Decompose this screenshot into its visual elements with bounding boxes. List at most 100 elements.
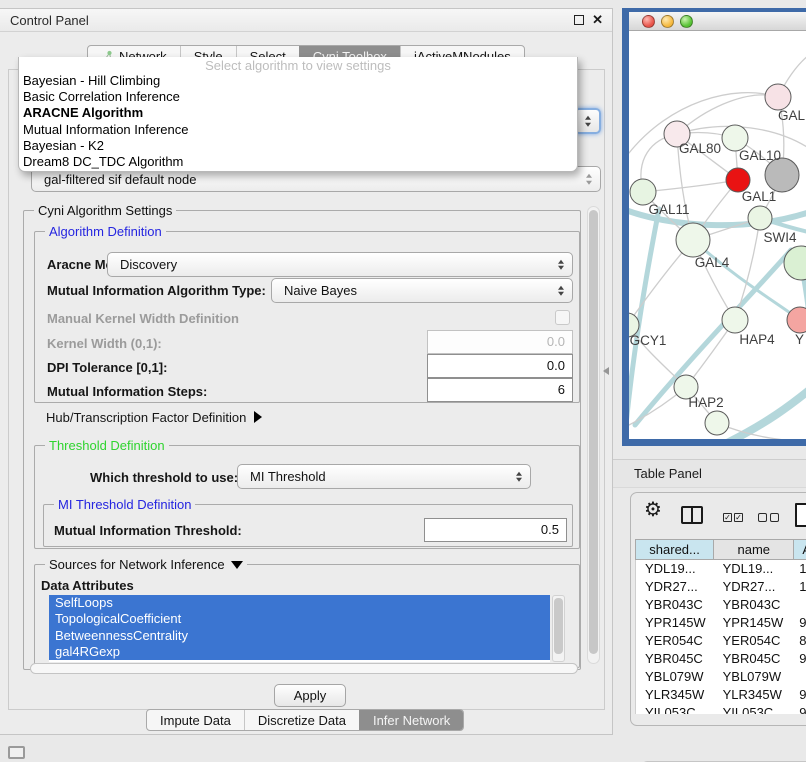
mi-threshold-field[interactable]: 0.5	[424, 518, 567, 542]
which-threshold-label: Which threshold to use:	[90, 470, 238, 485]
mi-type-value: Naive Bayes	[284, 283, 357, 298]
algorithm-option-label: Mutual Information Inference	[23, 122, 188, 137]
cell-name: YDL19...	[714, 560, 795, 578]
attributes-scrollbar[interactable]	[552, 595, 565, 662]
network-edge[interactable]	[643, 180, 738, 192]
hub-section-toggle[interactable]: Hub/Transcription Factor Definition	[46, 410, 262, 425]
tab[interactable]: Impute Data	[147, 710, 244, 730]
columns-icon[interactable]	[681, 506, 703, 524]
network-canvas[interactable]: GALGAL80GAL10GAL1GAL11GAL4SWI4GCY1HAP4YH…	[629, 31, 806, 439]
scrollbar-thumb[interactable]	[554, 598, 563, 654]
which-threshold-combo[interactable]: MI Threshold	[237, 464, 531, 489]
combo-spinner-icon	[558, 285, 564, 296]
gear-icon[interactable]: ⚙	[644, 499, 662, 521]
column-header[interactable]: A	[793, 540, 806, 559]
mi-steps-label: Mutual Information Steps:	[47, 384, 207, 399]
export-table-icon[interactable]	[795, 503, 806, 527]
cell-name: YPR145W	[714, 614, 795, 632]
control-panel-bottom-tabs: Impute Data Discretize Data Infer Networ…	[146, 709, 464, 731]
focused-spinner-button[interactable]	[574, 108, 601, 134]
mi-steps-field[interactable]: 6	[427, 378, 573, 402]
network-canvas-svg: GALGAL80GAL10GAL1GAL11GAL4SWI4GCY1HAP4YH…	[629, 31, 806, 439]
tab[interactable]: Infer Network	[359, 710, 463, 730]
zoom-traffic-light[interactable]	[680, 15, 693, 28]
cell-name: YDR27...	[714, 578, 795, 596]
tab[interactable]: Discretize Data	[244, 710, 359, 730]
algorithm-option[interactable]: Mutual Information Inference	[19, 122, 577, 138]
attribute-item[interactable]: SelfLoops	[49, 595, 550, 611]
float-icon[interactable]	[574, 15, 584, 25]
sources-group: Sources for Network Inference Data Attri…	[34, 564, 580, 668]
table-row[interactable]: YIL053C YIL053C 9	[636, 704, 806, 714]
node-label: GAL11	[648, 202, 689, 217]
table-row[interactable]: YBR043C YBR043C	[636, 596, 806, 614]
select-all-checks-icon[interactable]: ✓✓	[723, 513, 743, 522]
algorithm-definition-title: Algorithm Definition	[45, 224, 166, 239]
sources-group-title[interactable]: Sources for Network Inference	[45, 557, 247, 572]
threshold-definition-group: Threshold Definition Which threshold to …	[34, 445, 580, 549]
cell-shared-name: YDR27...	[636, 578, 714, 596]
manual-kernel-checkbox[interactable]	[555, 310, 570, 325]
cell-name: YBR045C	[714, 650, 795, 668]
network-node[interactable]	[676, 223, 710, 257]
combo-spinner-icon	[586, 174, 592, 185]
network-node[interactable]	[705, 411, 729, 435]
data-attributes-label: Data Attributes	[41, 578, 134, 593]
column-header[interactable]: name	[713, 540, 793, 559]
cell-name: YIL053C	[714, 704, 795, 714]
network-node[interactable]	[722, 307, 748, 333]
scrollbar-thumb[interactable]	[589, 210, 598, 654]
cell-value: 13	[794, 560, 806, 578]
mi-type-combo[interactable]: Naive Bayes	[271, 278, 573, 303]
table-row[interactable]: YDR27... YDR27... 12	[636, 578, 806, 596]
minimize-traffic-light[interactable]	[661, 15, 674, 28]
table-row[interactable]: YLR345W YLR345W 9.	[636, 686, 806, 704]
settings-hscrollbar[interactable]	[30, 663, 578, 674]
dpi-tolerance-field[interactable]: 0.0	[427, 354, 573, 378]
cell-shared-name: YBR045C	[636, 650, 714, 668]
column-header-label: A	[802, 542, 806, 557]
cell-value	[794, 596, 806, 614]
algorithm-option[interactable]: Dream8 DC_TDC Algorithm	[19, 154, 577, 170]
deselect-all-checks-icon[interactable]	[758, 513, 779, 522]
table-row[interactable]: YDL19... YDL19... 13	[636, 560, 806, 578]
control-panel-title: Control Panel	[10, 13, 89, 28]
network-node[interactable]	[765, 158, 799, 192]
close-traffic-light[interactable]	[642, 15, 655, 28]
column-header[interactable]: shared...	[636, 540, 713, 559]
table-window: ⚙ ✓✓ shared... name A YDL19... YDL19... …	[630, 492, 806, 726]
network-node[interactable]	[765, 84, 791, 110]
algorithm-option-label: Basic Correlation Inference	[23, 89, 180, 104]
data-attributes-list: SelfLoopsTopologicalCoefficientBetweenne…	[49, 595, 550, 662]
table-row[interactable]: YBR045C YBR045C 9.	[636, 650, 806, 668]
attribute-item[interactable]: gal4RGexp	[49, 644, 550, 660]
cell-name: YBL079W	[714, 668, 795, 686]
algorithm-option[interactable]: ARACNE Algorithm	[19, 105, 577, 121]
settings-scrollbar[interactable]	[587, 206, 600, 664]
close-icon[interactable]: ✕	[592, 12, 603, 28]
cell-shared-name: YBR043C	[636, 596, 714, 614]
network-node[interactable]	[787, 307, 806, 333]
combo-spinner-icon	[516, 471, 522, 482]
network-node[interactable]	[748, 206, 772, 230]
collapsed-panel-icon[interactable]	[8, 746, 25, 759]
combo-spinner-icon	[558, 259, 564, 270]
node-label: Y	[795, 332, 804, 347]
algorithm-option[interactable]: Basic Correlation Inference	[19, 89, 577, 105]
algorithm-option[interactable]: Bayesian - Hill Climbing	[19, 73, 577, 89]
algorithm-option[interactable]: Bayesian - K2	[19, 138, 577, 154]
apply-button[interactable]: Apply	[274, 684, 346, 707]
cell-value: 9.	[794, 650, 806, 668]
table-row[interactable]: YBL079W YBL079W	[636, 668, 806, 686]
attribute-item[interactable]: TopologicalCoefficient	[49, 611, 550, 627]
table-row[interactable]: YPR145W YPR145W 9.	[636, 614, 806, 632]
table-panel-title: Table Panel	[634, 466, 702, 481]
aracne-mode-combo[interactable]: Discovery	[107, 252, 573, 277]
combo-spinner-icon	[585, 116, 591, 127]
cell-name: YER054C	[714, 632, 795, 650]
table-row[interactable]: YER054C YER054C 8.	[636, 632, 806, 650]
network-edge[interactable]	[693, 240, 800, 320]
kernel-width-field[interactable]: 0.0	[427, 330, 573, 354]
attribute-item[interactable]: BetweennessCentrality	[49, 628, 550, 644]
splitter-collapse-arrow[interactable]	[603, 367, 609, 375]
